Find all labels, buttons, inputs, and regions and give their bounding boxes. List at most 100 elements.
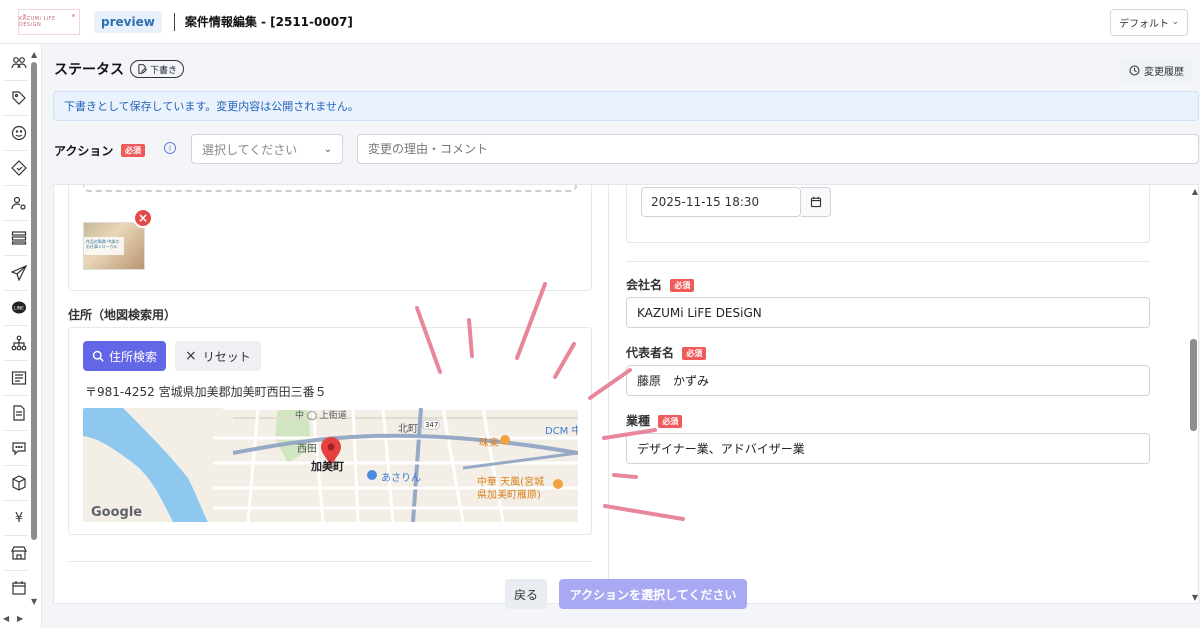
calendar-button[interactable] bbox=[801, 187, 831, 217]
thumbnail-caption: 作品の軌跡 中部のお仕事×ローカル bbox=[84, 237, 124, 255]
action-select[interactable]: 選択してください ⌄ bbox=[191, 134, 343, 164]
sidebar-divider bbox=[4, 535, 28, 536]
uploaded-image-thumbnail[interactable]: 作品の軌跡 中部のお仕事×ローカル bbox=[83, 222, 145, 270]
sidebar-scrollbar[interactable] bbox=[31, 62, 37, 540]
chevron-down-icon: ⌄ bbox=[323, 144, 332, 155]
box-icon[interactable] bbox=[9, 473, 29, 493]
address-card: 住所検索 × リセット 〒981-4252 宮城県加美郡加美町西田三番５ 西田 … bbox=[68, 327, 592, 535]
page-title: 案件情報編集 - [2511-0007] bbox=[184, 15, 353, 29]
right-scrollbar[interactable]: ▲ ▼ bbox=[1188, 185, 1198, 603]
datetime-card: 2025-11-15 18:30 bbox=[626, 185, 1150, 243]
draft-pill-label: 下書き bbox=[150, 65, 178, 76]
status-label: ステータス bbox=[54, 62, 124, 78]
back-button[interactable]: 戻る bbox=[505, 579, 547, 609]
left-column: 作品の軌跡 中部のお仕事×ローカル × 住所（地図検索用） 住所検索 × リセッ… bbox=[54, 185, 609, 603]
submit-action-button[interactable]: アクションを選択してください bbox=[559, 579, 747, 609]
yen-icon[interactable]: ¥ bbox=[9, 508, 29, 528]
action-label: アクション bbox=[54, 144, 114, 158]
chevron-down-icon: ⌄ bbox=[1171, 17, 1179, 27]
representative-label-text: 代表者名 bbox=[626, 346, 675, 360]
industry-label-text: 業種 bbox=[626, 414, 651, 428]
scroll-up-arrow-icon[interactable]: ▲ bbox=[31, 50, 37, 59]
article-icon[interactable] bbox=[9, 368, 29, 388]
action-row: アクション 必須 i 選択してください ⌄ bbox=[54, 134, 1200, 164]
chat-icon[interactable] bbox=[9, 438, 29, 458]
map-label-street: 中 ◯ 上街道 bbox=[295, 411, 347, 421]
users-icon[interactable] bbox=[9, 53, 29, 73]
sidebar-divider bbox=[4, 80, 28, 81]
required-badge: 必須 bbox=[121, 144, 145, 157]
address-search-label: 住所検索 bbox=[109, 349, 158, 364]
tag-icon[interactable] bbox=[9, 88, 29, 108]
store-icon[interactable] bbox=[9, 543, 29, 563]
representative-value: 藤原 かずみ bbox=[637, 374, 710, 388]
datetime-input[interactable]: 2025-11-15 18:30 bbox=[641, 187, 801, 217]
user-settings-icon[interactable] bbox=[9, 193, 29, 213]
map-label-route: 347 bbox=[425, 421, 439, 429]
sidebar-divider bbox=[4, 220, 28, 221]
smile-icon[interactable] bbox=[9, 123, 29, 143]
svg-text:LINE: LINE bbox=[14, 306, 24, 312]
info-icon[interactable]: i bbox=[164, 142, 176, 154]
logo-text: KAZUMi LiFE DESiGN bbox=[19, 15, 56, 28]
title-divider bbox=[173, 12, 175, 31]
sidebar-divider bbox=[4, 150, 28, 151]
main-area: ステータス 下書き 変更履歴 下書きとして保存しています。変更内容は公開されませ… bbox=[42, 44, 1200, 628]
list-detail-icon[interactable] bbox=[9, 228, 29, 248]
draft-info-text: 下書きとして保存しています。変更内容は公開されません。 bbox=[64, 100, 359, 113]
company-name-value: KAZUMi LiFE DESiGN bbox=[637, 305, 762, 320]
line-icon[interactable]: LINE bbox=[9, 298, 29, 318]
calendar-icon[interactable] bbox=[9, 578, 29, 598]
change-comment-input[interactable] bbox=[357, 134, 1199, 164]
company-logo[interactable]: KAZUMi LiFE DESiGN bbox=[18, 8, 80, 35]
industry-label: 業種 必須 bbox=[626, 412, 683, 429]
scroll-down-arrow-icon[interactable]: ▼ bbox=[31, 597, 37, 606]
change-history-button[interactable]: 変更履歴 bbox=[1121, 58, 1192, 82]
sidebar-divider bbox=[4, 395, 28, 396]
company-name-label: 会社名 必須 bbox=[626, 276, 695, 293]
sidebar-divider bbox=[4, 290, 28, 291]
image-drop-zone[interactable] bbox=[83, 185, 577, 192]
image-upload-card: 作品の軌跡 中部のお仕事×ローカル × bbox=[68, 185, 592, 291]
document-icon[interactable] bbox=[9, 403, 29, 423]
send-icon[interactable] bbox=[9, 263, 29, 283]
right-scrollbar-thumb[interactable] bbox=[1190, 339, 1197, 431]
map-view[interactable]: 西田 加美町 北町 中 ◯ 上街道 347 味楽 DCM 中 あさりん 中華 天… bbox=[83, 408, 578, 522]
representative-label: 代表者名 必須 bbox=[626, 344, 707, 361]
clock-icon bbox=[1129, 65, 1140, 75]
scroll-right-arrow-icon[interactable]: ▶ bbox=[17, 614, 23, 623]
calendar-icon bbox=[810, 196, 821, 208]
company-name-input[interactable]: KAZUMi LiFE DESiGN bbox=[626, 297, 1150, 328]
section-divider bbox=[626, 261, 1150, 262]
scroll-up-arrow-icon[interactable]: ▲ bbox=[1192, 187, 1198, 196]
scroll-left-arrow-icon[interactable]: ◀ bbox=[3, 614, 9, 623]
view-select-value: デフォルト bbox=[1119, 19, 1169, 30]
industry-input[interactable]: デザイナー業、アドバイザー業 bbox=[626, 433, 1150, 464]
view-select[interactable]: デフォルト ⌄ bbox=[1110, 9, 1188, 36]
sidebar-divider bbox=[4, 185, 28, 186]
delete-image-button[interactable]: × bbox=[133, 208, 153, 228]
representative-input[interactable]: 藤原 かずみ bbox=[626, 365, 1150, 396]
sidebar: ▲ ▼ LINE ¥ ◀ ▶ bbox=[0, 44, 42, 628]
section-divider bbox=[68, 561, 592, 562]
sidebar-divider bbox=[4, 465, 28, 466]
top-bar: KAZUMi LiFE DESiGN preview 案件情報編集 - [251… bbox=[0, 0, 1200, 44]
scroll-down-arrow-icon[interactable]: ▼ bbox=[1192, 593, 1198, 602]
org-chart-icon[interactable] bbox=[9, 333, 29, 353]
ticket-icon[interactable] bbox=[9, 158, 29, 178]
sidebar-divider bbox=[4, 360, 28, 361]
status-row: ステータス 下書き bbox=[54, 59, 185, 79]
address-search-button[interactable]: 住所検索 bbox=[83, 341, 167, 371]
sidebar-divider bbox=[4, 500, 28, 501]
close-icon: × bbox=[185, 348, 197, 364]
right-column: 2025-11-15 18:30 会社名 必須 KAZUMi LiFE DESi… bbox=[610, 185, 1198, 603]
map-label-town: 加美町 bbox=[311, 460, 344, 473]
required-badge: 必須 bbox=[670, 279, 695, 292]
form-content-panel: 作品の軌跡 中部のお仕事×ローカル × 住所（地図検索用） 住所検索 × リセッ… bbox=[53, 184, 1199, 604]
search-icon bbox=[92, 350, 104, 362]
datetime-value: 2025-11-15 18:30 bbox=[651, 195, 760, 209]
reset-button[interactable]: × リセット bbox=[175, 341, 261, 371]
map-label-asarin: あさりん bbox=[381, 473, 421, 484]
map-label-misaki: 味楽 bbox=[479, 438, 499, 449]
draft-status-pill[interactable]: 下書き bbox=[130, 60, 185, 78]
